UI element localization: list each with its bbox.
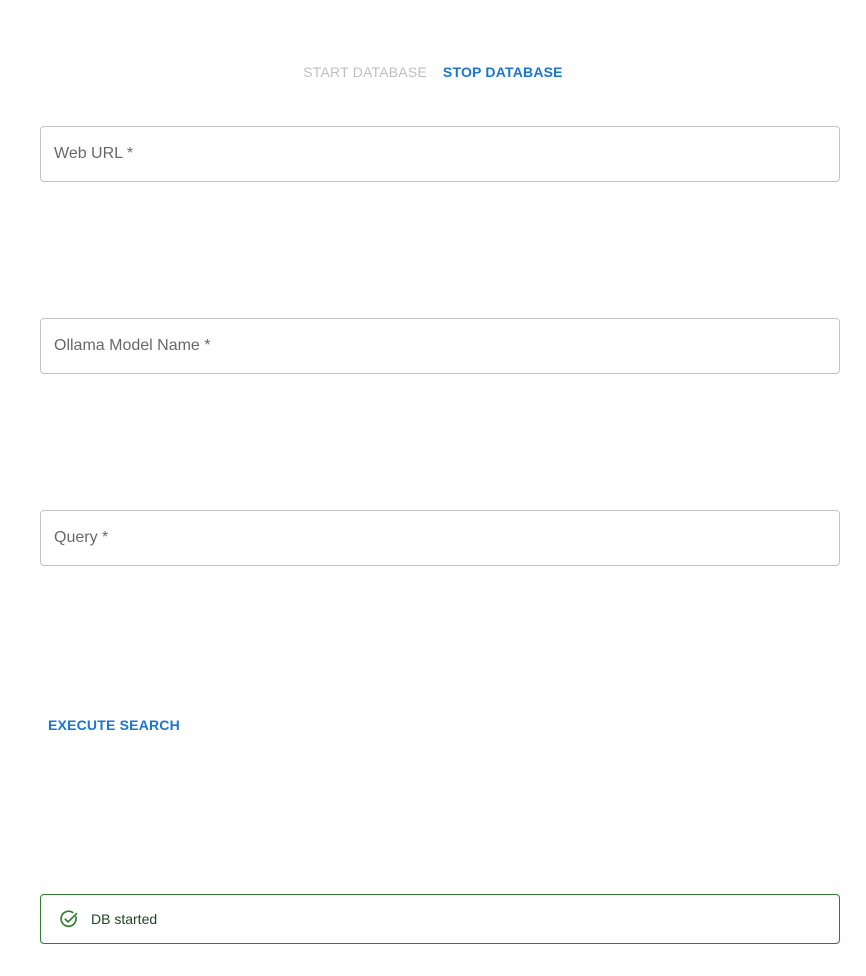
stop-database-button[interactable]: STOP DATABASE (435, 58, 571, 86)
ollama-model-field[interactable]: Ollama Model Name * (40, 318, 840, 374)
web-url-input[interactable] (41, 127, 839, 181)
alert-message: DB started (91, 911, 158, 927)
ollama-model-input[interactable] (41, 319, 839, 373)
check-circle-icon (58, 908, 80, 930)
query-input[interactable] (41, 511, 839, 565)
web-url-field[interactable]: Web URL * (40, 126, 840, 182)
start-database-button[interactable]: START DATABASE (295, 58, 435, 86)
execute-search-button[interactable]: EXECUTE SEARCH (40, 711, 188, 739)
query-field[interactable]: Query * (40, 510, 840, 566)
status-alert: DB started (40, 894, 840, 944)
database-controls: START DATABASE STOP DATABASE (0, 58, 866, 86)
